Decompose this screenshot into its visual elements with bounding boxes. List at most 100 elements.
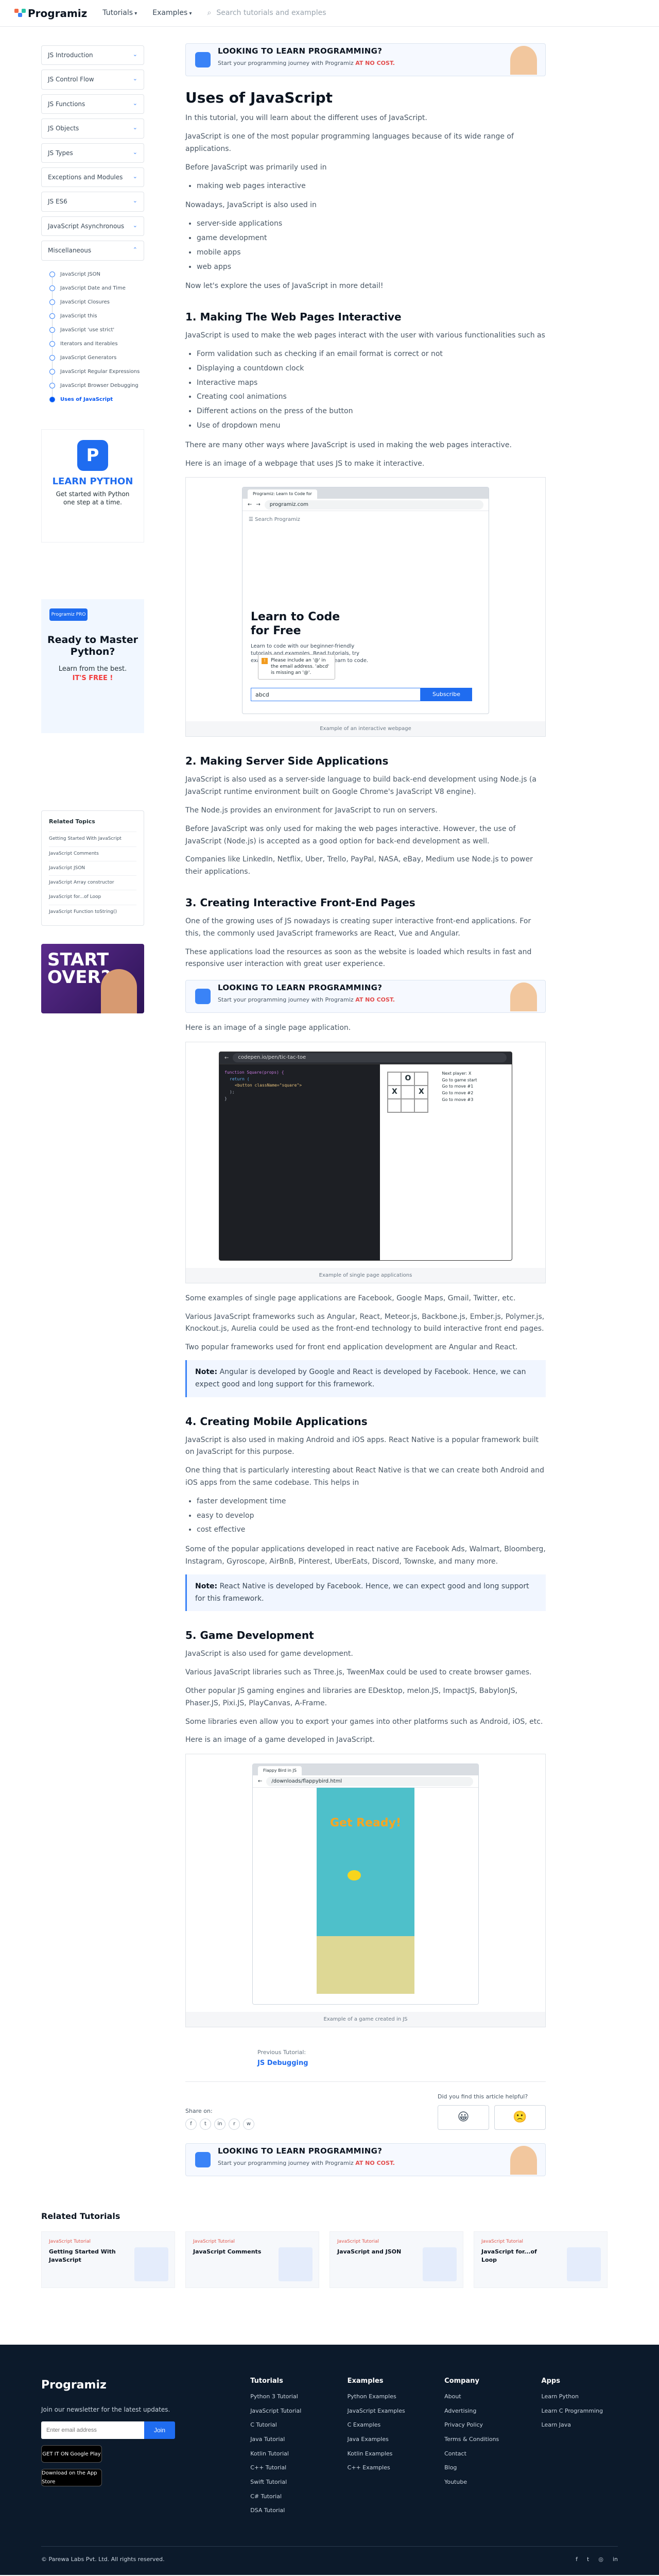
footer-link[interactable]: JavaScript Examples bbox=[348, 2406, 424, 2416]
footer-link[interactable]: Swift Tutorial bbox=[250, 2478, 326, 2487]
submenu-item[interactable]: JavaScript 'use strict' bbox=[49, 323, 144, 337]
footer-link[interactable]: Learn C Programming bbox=[542, 2406, 618, 2416]
footer-link[interactable]: About bbox=[444, 2392, 521, 2402]
submenu-item[interactable]: Iterators and Iterables bbox=[49, 337, 144, 351]
figure-caption: Example of a game created in JS bbox=[186, 2012, 545, 2027]
footer-link[interactable]: Blog bbox=[444, 2463, 521, 2473]
footer-link[interactable]: Java Examples bbox=[348, 2435, 424, 2445]
google-play-button[interactable]: GET IT ON Google Play bbox=[41, 2445, 102, 2463]
menu-item[interactable]: JS Introduction ⌄ bbox=[41, 45, 144, 65]
menu-item[interactable]: JS ES6 ⌄ bbox=[41, 192, 144, 212]
footer-link[interactable]: Contact bbox=[444, 2449, 521, 2459]
menu-item[interactable]: JS Objects ⌄ bbox=[41, 118, 144, 139]
promo-banner[interactable]: LOOKING TO LEARN PROGRAMMING? Start your… bbox=[185, 2143, 546, 2176]
footer-link[interactable]: C Examples bbox=[348, 2420, 424, 2430]
submenu-item[interactable]: JavaScript Closures bbox=[49, 295, 144, 309]
footer-link[interactable]: Learn Java bbox=[542, 2420, 618, 2430]
submenu-item[interactable]: JavaScript Browser Debugging bbox=[49, 379, 144, 393]
search-box[interactable]: ⌕ Search tutorials and examples bbox=[207, 7, 326, 20]
footer-link[interactable]: C++ Tutorial bbox=[250, 2463, 326, 2473]
menu-item-miscellaneous[interactable]: Miscellaneous ⌃ bbox=[41, 241, 144, 261]
menu-item[interactable]: JS Functions ⌄ bbox=[41, 94, 144, 114]
footer-link[interactable]: C Tutorial bbox=[250, 2420, 326, 2430]
related-topic-link[interactable]: JavaScript Array constructor bbox=[49, 875, 136, 890]
related-topic-link[interactable]: JavaScript JSON bbox=[49, 860, 136, 875]
board-cell[interactable] bbox=[401, 1085, 415, 1099]
footer-link[interactable]: Kotlin Tutorial bbox=[250, 2449, 326, 2459]
footer-link[interactable]: Learn Python bbox=[542, 2392, 618, 2402]
nav-tutorials[interactable]: Tutorials bbox=[102, 7, 137, 20]
move-button[interactable]: Go to game start bbox=[442, 1077, 477, 1084]
footer-link[interactable]: Advertising bbox=[444, 2406, 521, 2416]
board-cell[interactable]: X bbox=[388, 1085, 402, 1099]
footer-link[interactable]: Youtube bbox=[444, 2478, 521, 2487]
board-cell[interactable] bbox=[414, 1072, 428, 1086]
related-topic-link[interactable]: JavaScript Comments bbox=[49, 846, 136, 861]
ad-master-python[interactable]: Programiz PRO Ready to Master Python? Le… bbox=[41, 599, 144, 733]
board-cell[interactable] bbox=[414, 1098, 428, 1112]
submenu-item[interactable]: JavaScript Generators bbox=[49, 351, 144, 365]
footer-link[interactable]: C++ Examples bbox=[348, 2463, 424, 2473]
previous-tutorial-link[interactable]: JS Debugging bbox=[257, 2058, 308, 2069]
related-card[interactable]: JavaScript Tutorial Getting Started With … bbox=[41, 2231, 175, 2288]
nav-examples[interactable]: Examples bbox=[152, 7, 192, 20]
submenu-item[interactable]: JavaScript Date and Time bbox=[49, 281, 144, 295]
app-store-button[interactable]: Download on the App Store bbox=[41, 2469, 102, 2487]
helpful-no-button[interactable]: 🙁 bbox=[494, 2105, 546, 2130]
facebook-icon[interactable]: f bbox=[576, 2555, 578, 2565]
menu-item[interactable]: JS Control Flow ⌄ bbox=[41, 70, 144, 90]
submenu-item[interactable]: JavaScript JSON bbox=[49, 267, 144, 281]
board-cell[interactable] bbox=[388, 1098, 402, 1112]
twitter-icon[interactable]: t bbox=[200, 2118, 211, 2130]
whatsapp-icon[interactable]: w bbox=[243, 2118, 254, 2130]
move-button[interactable]: Go to move #1 bbox=[442, 1083, 477, 1090]
video-thumbnail[interactable]: START OVER? bbox=[41, 943, 144, 1013]
board-cell[interactable] bbox=[388, 1072, 402, 1086]
footer-link[interactable]: Terms & Conditions bbox=[444, 2435, 521, 2445]
footer-link[interactable]: Java Tutorial bbox=[250, 2435, 326, 2445]
menu-item[interactable]: JS Types ⌄ bbox=[41, 143, 144, 163]
promo-banner[interactable]: LOOKING TO LEARN PROGRAMMING? Start your… bbox=[185, 43, 546, 76]
related-card[interactable]: JavaScript Tutorial JavaScript and JSON bbox=[330, 2231, 463, 2288]
instagram-icon[interactable]: ◎ bbox=[598, 2555, 603, 2565]
related-topic-link[interactable]: Getting Started With JavaScript bbox=[49, 832, 136, 846]
logo[interactable]: Programiz bbox=[14, 5, 87, 22]
email-input[interactable] bbox=[41, 2421, 144, 2439]
move-button[interactable]: Go to move #3 bbox=[442, 1097, 477, 1104]
move-button[interactable]: Go to move #2 bbox=[442, 1090, 477, 1097]
board-cell[interactable]: O bbox=[401, 1072, 415, 1086]
menu-item[interactable]: Exceptions and Modules ⌄ bbox=[41, 167, 144, 188]
related-card[interactable]: JavaScript Tutorial JavaScript for...of L… bbox=[474, 2231, 608, 2288]
footer-link[interactable]: Python Examples bbox=[348, 2392, 424, 2402]
submenu-item[interactable]: JavaScript this bbox=[49, 309, 144, 323]
tictactoe-board[interactable]: O X X bbox=[387, 1071, 429, 1113]
facebook-icon[interactable]: f bbox=[185, 2118, 197, 2130]
twitter-icon[interactable]: t bbox=[587, 2555, 589, 2565]
footer-link[interactable]: Kotlin Examples bbox=[348, 2449, 424, 2459]
footer-link[interactable]: Privacy Policy bbox=[444, 2420, 521, 2430]
board-cell[interactable] bbox=[401, 1098, 415, 1112]
footer-link[interactable]: Python 3 Tutorial bbox=[250, 2392, 326, 2402]
menu-item[interactable]: JavaScript Asynchronous ⌄ bbox=[41, 216, 144, 236]
related-topic-link[interactable]: JavaScript Function toString() bbox=[49, 904, 136, 919]
ad-learn-python[interactable]: P LEARN PYTHON Get started with Python o… bbox=[41, 429, 144, 543]
footer-link[interactable]: C# Tutorial bbox=[250, 2492, 326, 2502]
linkedin-icon[interactable]: in bbox=[214, 2118, 226, 2130]
email-field[interactable]: abcd bbox=[251, 688, 421, 702]
footer-link[interactable]: JavaScript Tutorial bbox=[250, 2406, 326, 2416]
reddit-icon[interactable]: r bbox=[229, 2118, 240, 2130]
submenu-item[interactable]: JavaScript Regular Expressions bbox=[49, 365, 144, 379]
subscribe-button[interactable]: Subscribe bbox=[421, 688, 472, 702]
promo-banner[interactable]: LOOKING TO LEARN PROGRAMMING? Start your… bbox=[185, 980, 546, 1013]
search-placeholder[interactable]: Search tutorials and examples bbox=[216, 7, 326, 20]
board-cell[interactable]: X bbox=[414, 1085, 428, 1099]
footer-logo[interactable]: Programiz bbox=[41, 2376, 230, 2395]
footer-link[interactable]: DSA Tutorial bbox=[250, 2506, 326, 2516]
flappy-game-canvas[interactable]: Get Ready! bbox=[317, 1788, 414, 1994]
helpful-yes-button[interactable]: 😀 bbox=[438, 2105, 489, 2130]
submenu-item-active[interactable]: Uses of JavaScript bbox=[49, 393, 144, 406]
join-button[interactable]: Join bbox=[144, 2421, 175, 2439]
related-topic-link[interactable]: JavaScript for...of Loop bbox=[49, 890, 136, 904]
related-card[interactable]: JavaScript Tutorial JavaScript Comments bbox=[185, 2231, 319, 2288]
linkedin-icon[interactable]: in bbox=[613, 2555, 618, 2565]
